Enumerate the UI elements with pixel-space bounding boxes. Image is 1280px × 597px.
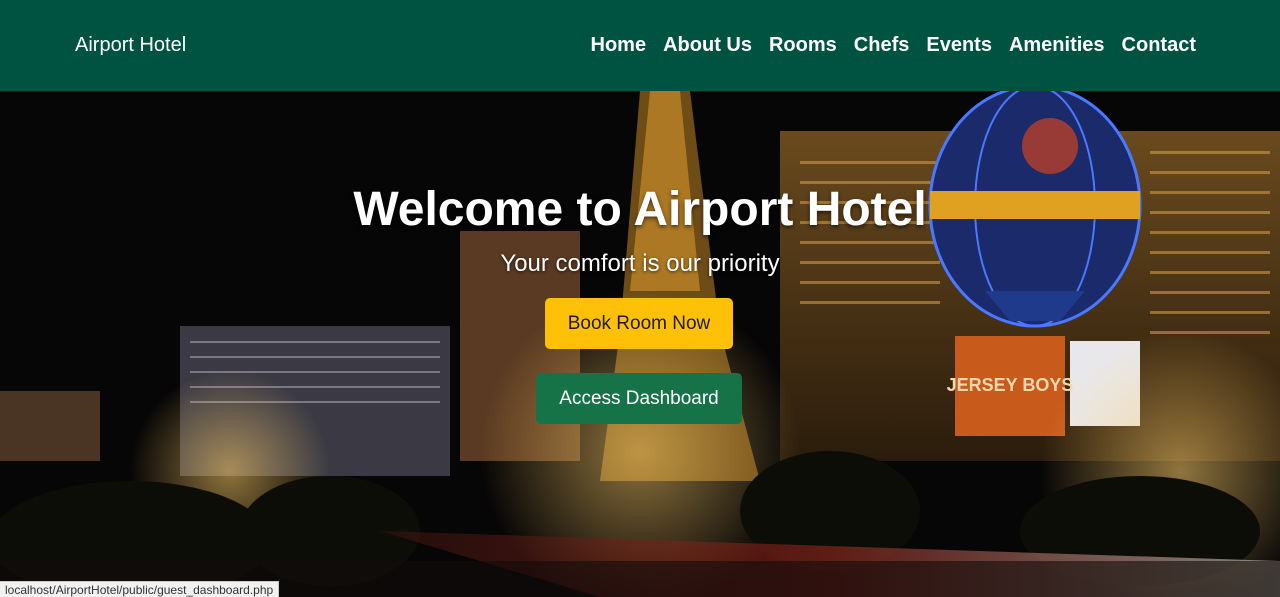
nav-links: Home About Us Rooms Chefs Events Ameniti… — [574, 34, 1196, 57]
nav-link-amenities[interactable]: Amenities — [1009, 34, 1105, 56]
hero-subtitle: Your comfort is our priority — [500, 250, 780, 277]
book-room-button[interactable]: Book Room Now — [545, 298, 733, 349]
hero-content: Welcome to Airport Hotel Your comfort is… — [0, 91, 1280, 597]
brand-link[interactable]: Airport Hotel — [75, 34, 186, 57]
nav-link-contact[interactable]: Contact — [1122, 34, 1196, 56]
hero-title: Welcome to Airport Hotel — [353, 183, 927, 236]
nav-link-chefs[interactable]: Chefs — [854, 34, 910, 56]
navbar: Airport Hotel Home About Us Rooms Chefs … — [0, 0, 1280, 91]
browser-status-url: localhost/AirportHotel/public/guest_dash… — [0, 581, 280, 597]
nav-link-home[interactable]: Home — [591, 34, 647, 56]
nav-item-events: Events — [909, 34, 992, 57]
nav-item-contact: Contact — [1105, 34, 1196, 57]
access-dashboard-button[interactable]: Access Dashboard — [536, 373, 742, 424]
nav-item-home: Home — [574, 34, 647, 57]
nav-link-rooms[interactable]: Rooms — [769, 34, 837, 56]
nav-item-chefs: Chefs — [837, 34, 910, 57]
nav-link-about-us[interactable]: About Us — [663, 34, 752, 56]
nav-item-rooms: Rooms — [752, 34, 837, 57]
nav-link-events[interactable]: Events — [926, 34, 992, 56]
nav-item-about: About Us — [646, 34, 752, 57]
hero-section: JERSEY BOYS Welcome to Airport Hotel You… — [0, 91, 1280, 597]
nav-item-amenities: Amenities — [992, 34, 1105, 57]
